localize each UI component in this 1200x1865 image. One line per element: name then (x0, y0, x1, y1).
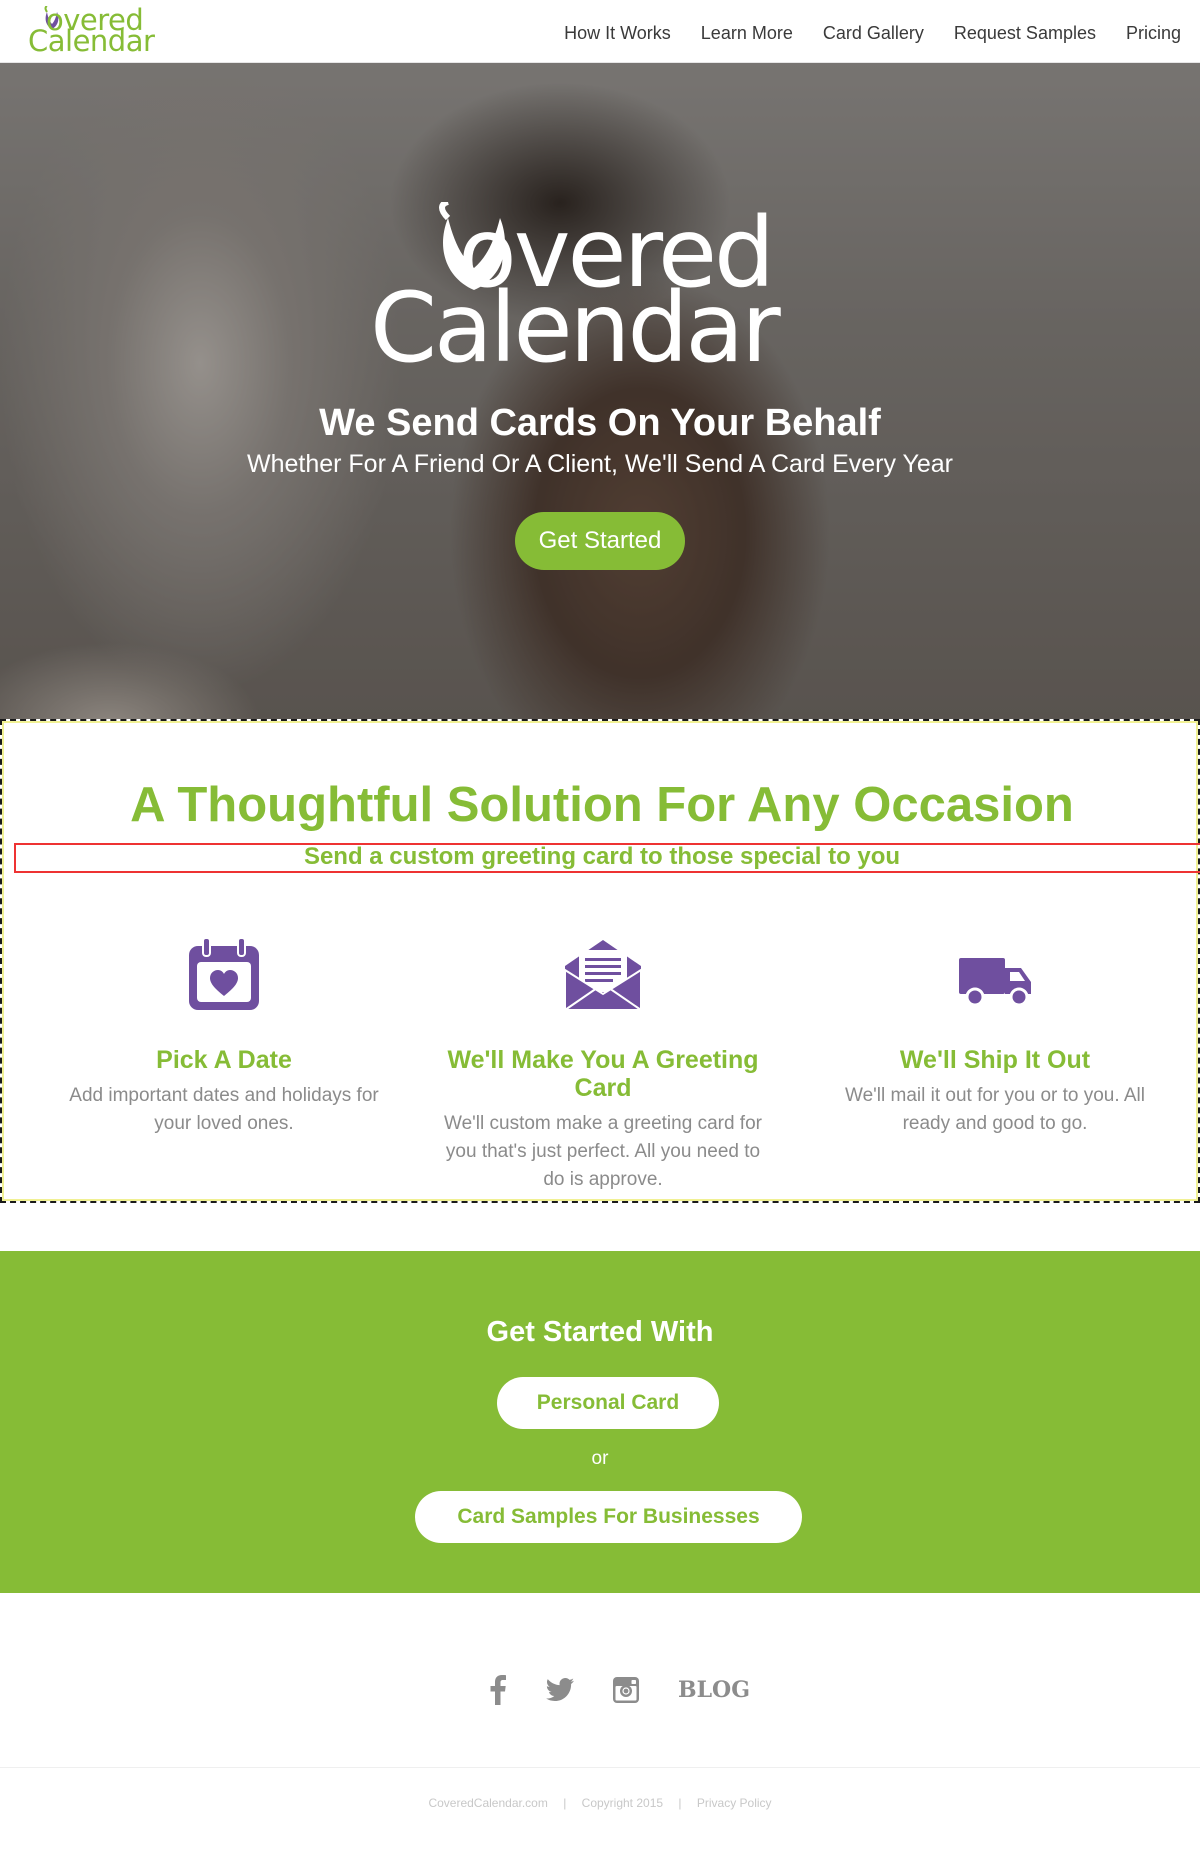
hero-logo-line2: Calendar (370, 272, 781, 384)
feature-text: We'll mail it out for you or to you. All… (844, 1085, 1145, 1134)
feature-text: We'll custom make a greeting card for yo… (444, 1113, 762, 1190)
hero-background-photo (0, 63, 1200, 719)
blog-link[interactable]: BLOG (674, 1668, 754, 1712)
twitter-link[interactable] (544, 1668, 576, 1712)
personal-card-button[interactable]: Personal Card (497, 1377, 719, 1429)
nav-learn-more[interactable]: Learn More (701, 21, 793, 45)
hero-logo: overed Calendar (370, 202, 840, 384)
hero-title: We Send Cards On Your Behalf (319, 402, 881, 444)
footer-copyright: Copyright 2015 (581, 1796, 664, 1810)
nav-card-gallery[interactable]: Card Gallery (823, 21, 924, 45)
twitter-icon (546, 1678, 574, 1701)
hero-subtitle: Whether For A Friend Or A Client, We'll … (246, 450, 954, 478)
facebook-icon (490, 1675, 506, 1705)
footer-site-link[interactable]: CoveredCalendar.com (428, 1795, 547, 1811)
or-label: or (591, 1448, 609, 1469)
nav-request-samples[interactable]: Request Samples (954, 21, 1096, 45)
site-logo[interactable]: overed Calendar (28, 6, 168, 56)
business-samples-button[interactable]: Card Samples For Businesses (415, 1491, 802, 1543)
instagram-link[interactable] (611, 1668, 641, 1712)
footer-separator: | (563, 1796, 567, 1810)
footer-separator: | (678, 1796, 682, 1810)
feature-heading: Pick A Date (156, 1046, 292, 1074)
site-header: overed Calendar How It Works Learn More … (0, 0, 1200, 63)
features-subtitle: Send a custom greeting card to those spe… (303, 843, 901, 870)
features-section: A Thoughtful Solution For Any Occasion S… (0, 719, 1200, 1203)
facebook-link[interactable] (484, 1668, 512, 1712)
nav-how-it-works[interactable]: How It Works (564, 21, 671, 45)
nav-pricing[interactable]: Pricing (1126, 21, 1181, 45)
social-links: BLOG (0, 1668, 1200, 1712)
feature-heading: We'll Make You A Greeting Card (447, 1046, 759, 1102)
feature-pick-a-date: Pick A Date Add important dates and holi… (54, 936, 394, 1138)
get-started-band: Get Started With Personal Card or Card S… (0, 1251, 1200, 1593)
feature-greeting-card: We'll Make You A Greeting Card We'll cus… (433, 936, 773, 1194)
footer-privacy-link[interactable]: Privacy Policy (697, 1795, 772, 1811)
logo-text-line2: Calendar (28, 24, 155, 58)
truck-icon (959, 958, 1031, 1007)
calendar-heart-icon (189, 937, 259, 1010)
features-title: A Thoughtful Solution For Any Occasion (130, 778, 1074, 832)
feature-text: Add important dates and holidays for you… (69, 1085, 379, 1134)
feature-heading: We'll Ship It Out (899, 1046, 1091, 1074)
feature-ship-it-out: We'll Ship It Out We'll mail it out for … (825, 936, 1165, 1138)
envelope-letter-icon (564, 940, 642, 1011)
main-nav: How It Works Learn More Card Gallery Req… (534, 21, 1181, 45)
instagram-icon (613, 1677, 639, 1703)
hero-section: overed Calendar We Send Cards On Your Be… (0, 63, 1200, 719)
get-started-title: Get Started With (486, 1316, 714, 1348)
site-footer: CoveredCalendar.com | Copyright 2015 | P… (0, 1795, 1200, 1811)
get-started-button[interactable]: Get Started (515, 512, 685, 570)
footer-divider (0, 1767, 1200, 1768)
